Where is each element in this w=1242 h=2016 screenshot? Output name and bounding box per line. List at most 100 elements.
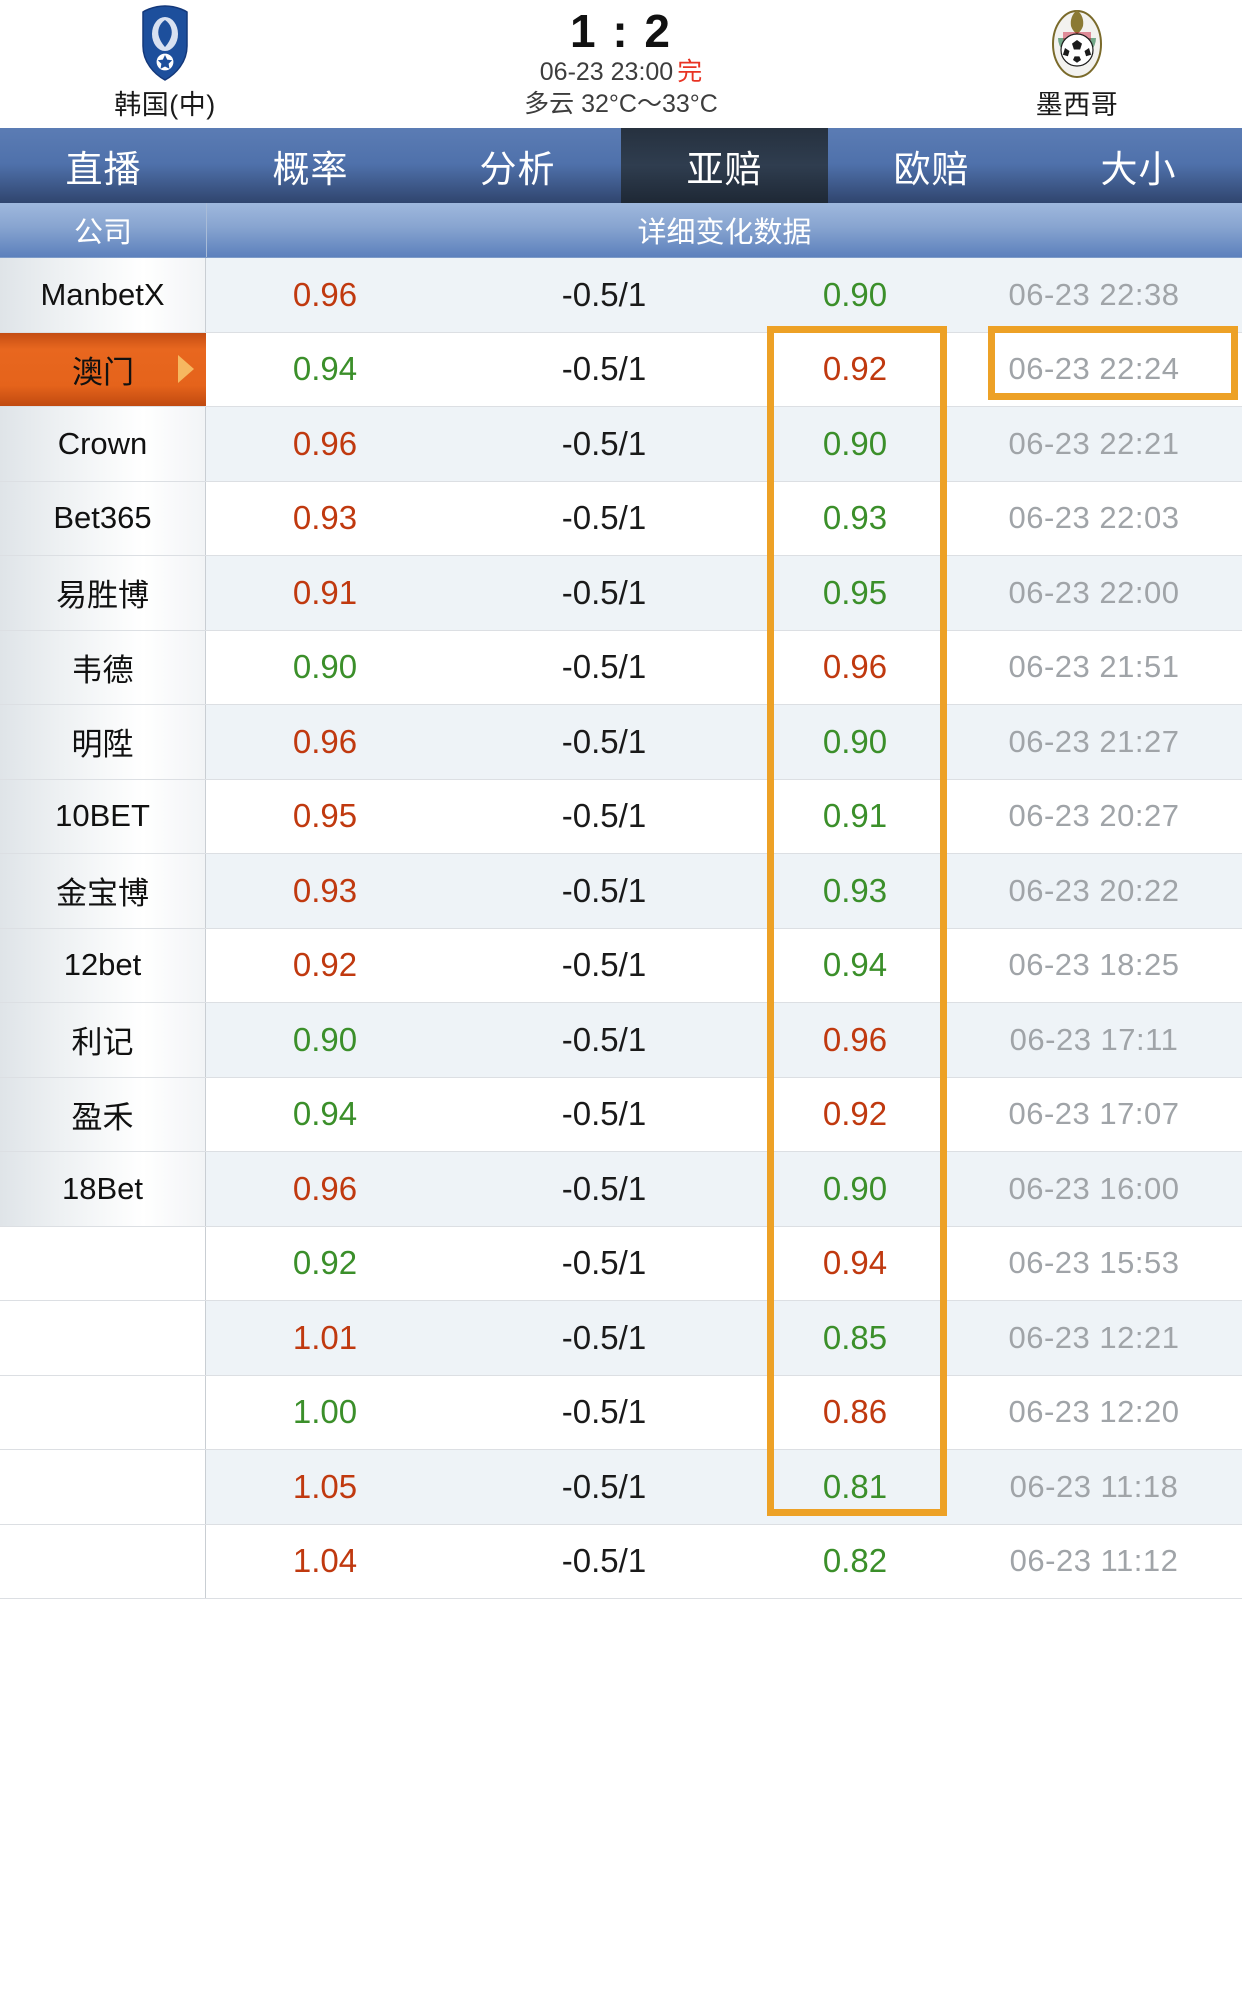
cell-company[interactable]: 18Bet	[0, 1152, 206, 1226]
cell-handicap: -0.5/1	[561, 1318, 647, 1356]
cell-away-odd: 0.96	[822, 648, 888, 686]
cell-company[interactable]	[0, 1524, 206, 1598]
table-row[interactable]: ManbetX 0.96 -0.5/1 0.90 06-23 22:38	[0, 258, 1242, 333]
match-header: 韩国(中) 1 : 2 06-23 23:00 完 多云 32°C～33°C 墨西…	[0, 0, 1242, 128]
away-team-block[interactable]: 墨西哥	[912, 0, 1242, 122]
cell-company[interactable]: Bet365	[0, 481, 206, 555]
odds-table: ManbetX 0.96 -0.5/1 0.90 06-23 22:38 澳门 0.94 -0…	[0, 258, 1242, 1599]
cell-timestamp: 06-23 12:21	[1008, 1319, 1180, 1355]
table-row[interactable]: 0.92 -0.5/1 0.94 06-23 15:53	[0, 1226, 1242, 1301]
cell-handicap: -0.5/1	[561, 648, 647, 686]
tab-asian-handicap[interactable]: 亚赔	[621, 128, 828, 203]
cell-company[interactable]: ManbetX	[0, 258, 206, 332]
table-row[interactable]: 1.05 -0.5/1 0.81 06-23 11:18	[0, 1450, 1242, 1525]
table-row[interactable]: 明陞 0.96 -0.5/1 0.90 06-23 21:27	[0, 705, 1242, 780]
cell-company[interactable]: 韦德	[0, 630, 206, 704]
company-name: 利记	[71, 1025, 134, 1061]
cell-company[interactable]	[0, 1450, 206, 1524]
kickoff-time: 06-23 23:00	[539, 58, 674, 86]
cell-company[interactable]: 盈禾	[0, 1077, 206, 1151]
cell-away-odd: 0.90	[822, 275, 888, 313]
company-name: 澳门	[72, 354, 134, 390]
cell-away-odd: 0.92	[822, 1095, 888, 1133]
tab-probability[interactable]: 概率	[207, 128, 414, 203]
tab-european-odds[interactable]: 欧赔	[828, 128, 1035, 203]
table-row[interactable]: 12bet 0.92 -0.5/1 0.94 06-23 18:25	[0, 928, 1242, 1003]
cell-timestamp: 06-23 11:12	[1009, 1543, 1179, 1579]
cell-away-odd: 0.85	[822, 1318, 888, 1356]
cell-timestamp: 06-23 17:11	[1009, 1021, 1179, 1057]
cell-company[interactable]: Crown	[0, 407, 206, 481]
cell-company[interactable]: 利记	[0, 1003, 206, 1077]
cell-timestamp: 06-23 22:24	[1008, 351, 1180, 387]
table-row[interactable]: 澳门 0.94 -0.5/1 0.92 06-23 22:24	[0, 332, 1242, 407]
cell-away-odd: 0.82	[822, 1542, 888, 1580]
company-name: 明陞	[71, 727, 134, 763]
chevron-right-icon	[178, 355, 194, 384]
cell-home-odd: 0.93	[292, 871, 358, 909]
cell-timestamp: 06-23 20:27	[1008, 798, 1180, 834]
company-name: 易胜博	[56, 578, 149, 614]
cell-handicap: -0.5/1	[561, 1169, 647, 1207]
cell-company[interactable]	[0, 1226, 206, 1300]
cell-company[interactable]: 12bet	[0, 928, 206, 1002]
cell-away-odd: 0.81	[822, 1467, 888, 1505]
table-row[interactable]: 利记 0.90 -0.5/1 0.96 06-23 17:11	[0, 1003, 1242, 1078]
tab-bar: 直播 概率 分析 亚赔 欧赔 大小	[0, 128, 1242, 203]
cell-company[interactable]: 澳门	[0, 332, 206, 406]
table-row[interactable]: Crown 0.96 -0.5/1 0.90 06-23 22:21	[0, 407, 1242, 482]
cell-timestamp: 06-23 12:20	[1008, 1394, 1180, 1430]
company-name: 10BET	[55, 798, 150, 834]
cell-handicap: -0.5/1	[561, 797, 647, 835]
table-row[interactable]: 18Bet 0.96 -0.5/1 0.90 06-23 16:00	[0, 1152, 1242, 1227]
home-team-block[interactable]: 韩国(中)	[0, 0, 330, 122]
table-row[interactable]: 易胜博 0.91 -0.5/1 0.95 06-23 22:00	[0, 556, 1242, 631]
cell-away-odd: 0.86	[822, 1393, 888, 1431]
cell-company[interactable]: 10BET	[0, 779, 206, 853]
table-row[interactable]: Bet365 0.93 -0.5/1 0.93 06-23 22:03	[0, 481, 1242, 556]
tab-live[interactable]: 直播	[0, 128, 207, 203]
company-name: 12bet	[63, 947, 142, 983]
cell-company[interactable]	[0, 1375, 206, 1449]
cell-home-odd: 0.95	[292, 797, 358, 835]
company-name: Crown	[57, 425, 148, 461]
cell-company[interactable]: 易胜博	[0, 556, 206, 630]
cell-home-odd: 0.90	[292, 648, 358, 686]
table-row[interactable]: 1.00 -0.5/1 0.86 06-23 12:20	[0, 1375, 1242, 1450]
cell-handicap: -0.5/1	[561, 1542, 647, 1580]
company-name: Bet365	[53, 500, 152, 536]
cell-handicap: -0.5/1	[561, 573, 647, 611]
cell-handicap: -0.5/1	[561, 1244, 647, 1282]
table-row[interactable]: 1.04 -0.5/1 0.82 06-23 11:12	[0, 1524, 1242, 1599]
table-row[interactable]: 1.01 -0.5/1 0.85 06-23 12:21	[0, 1301, 1242, 1376]
cell-company[interactable]	[0, 1301, 206, 1375]
cell-handicap: -0.5/1	[561, 424, 647, 462]
cell-home-odd: 0.91	[292, 573, 358, 611]
cell-home-odd: 0.94	[292, 1095, 358, 1133]
cell-home-odd: 0.90	[292, 1020, 358, 1058]
table-row[interactable]: 盈禾 0.94 -0.5/1 0.92 06-23 17:07	[0, 1077, 1242, 1152]
table-row[interactable]: 韦德 0.90 -0.5/1 0.96 06-23 21:51	[0, 630, 1242, 705]
kickoff-row: 06-23 23:00 完	[540, 56, 702, 88]
cell-home-odd: 1.04	[292, 1542, 358, 1580]
cell-home-odd: 0.96	[292, 424, 358, 462]
cell-timestamp: 06-23 22:03	[1008, 500, 1180, 536]
cell-company[interactable]: 金宝博	[0, 854, 206, 928]
tab-over-under[interactable]: 大小	[1035, 128, 1242, 203]
cell-timestamp: 06-23 17:07	[1008, 1096, 1180, 1132]
cell-company[interactable]: 明陞	[0, 705, 206, 779]
cell-handicap: -0.5/1	[561, 871, 647, 909]
cell-home-odd: 1.05	[292, 1467, 358, 1505]
cell-away-odd: 0.92	[822, 350, 888, 388]
company-name: ManbetX	[40, 276, 165, 312]
cell-timestamp: 06-23 11:18	[1009, 1468, 1179, 1504]
table-row[interactable]: 金宝博 0.93 -0.5/1 0.93 06-23 20:22	[0, 854, 1242, 929]
company-name: 盈禾	[71, 1099, 134, 1135]
cell-handicap: -0.5/1	[561, 722, 647, 760]
company-name: 金宝博	[56, 876, 149, 912]
tab-analysis[interactable]: 分析	[414, 128, 621, 203]
cell-handicap: -0.5/1	[561, 1467, 647, 1505]
table-row[interactable]: 10BET 0.95 -0.5/1 0.91 06-23 20:27	[0, 779, 1242, 854]
cell-away-odd: 0.94	[822, 946, 888, 984]
cell-away-odd: 0.90	[822, 722, 888, 760]
